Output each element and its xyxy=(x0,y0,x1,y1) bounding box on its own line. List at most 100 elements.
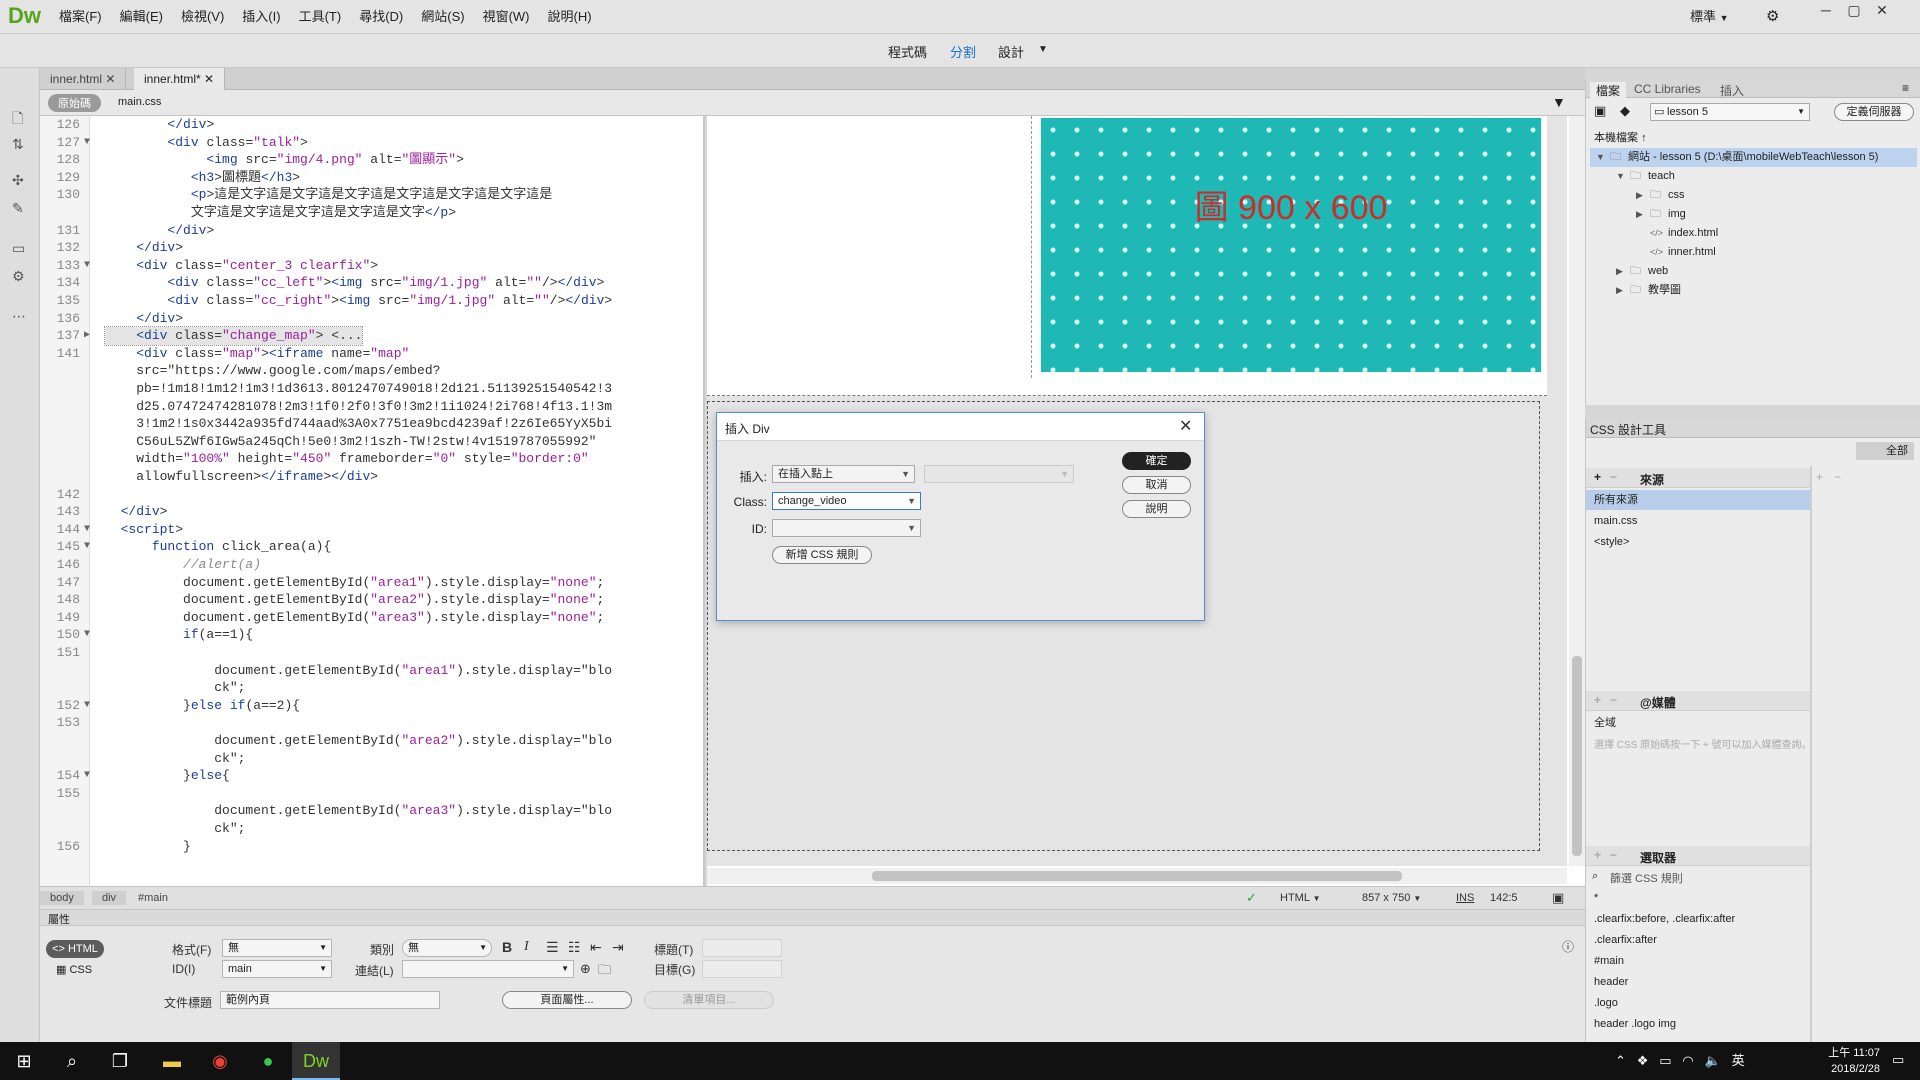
fold-arrow-icon[interactable]: ▼ xyxy=(84,521,90,539)
selector-filter-input[interactable]: 篩選 CSS 規則 xyxy=(1610,870,1683,886)
css-mode-button[interactable]: ▦ CSS xyxy=(56,963,92,976)
site-select[interactable]: ▭ lesson 5 ▼ xyxy=(1650,103,1810,121)
tab-insert[interactable]: 插入 xyxy=(1714,82,1750,99)
windows-start-icon[interactable]: ⊞ xyxy=(0,1042,48,1080)
add-source-icon[interactable]: + xyxy=(1594,470,1601,484)
volume-icon[interactable]: 🔈 xyxy=(1705,1053,1721,1068)
code-line[interactable]: ck"; xyxy=(40,820,700,838)
chevron-down-icon[interactable]: ▼ xyxy=(1038,44,1048,55)
menu-site[interactable]: 網站(S) xyxy=(412,0,473,34)
file-tree-item[interactable]: ▼ 🗀 teach xyxy=(1590,167,1917,186)
code-line[interactable]: 136 </div> xyxy=(40,310,700,328)
code-line[interactable]: d25.07472474281078!2m3!1f0!2f0!3f0!3m2!1… xyxy=(40,398,700,416)
file-explorer-icon[interactable]: ▬ xyxy=(148,1042,196,1080)
code-line[interactable]: ck"; xyxy=(40,750,700,768)
class-select[interactable]: change_video ▼ xyxy=(772,492,921,510)
menu-view[interactable]: 檢視(V) xyxy=(172,0,233,34)
code-line[interactable]: 145 ▼ function click_area(a){ xyxy=(40,538,700,556)
code-view[interactable]: 126 </div> 127 ▼ <div class="talk"> 128 <im… xyxy=(40,116,705,886)
document-title-input[interactable]: 範例內頁 xyxy=(220,991,440,1009)
class-select[interactable]: 無 ▼ xyxy=(402,939,492,957)
code-line[interactable]: 133 ▼ <div class="center_3 clearfix"> xyxy=(40,257,700,275)
breadcrumb-main[interactable]: #main xyxy=(128,891,178,905)
code-line[interactable]: 142 xyxy=(40,486,700,504)
code-line[interactable]: 144 ▼ <script> xyxy=(40,521,700,539)
expand-arrow-icon[interactable]: ▶ xyxy=(1636,186,1650,205)
new-css-rule-button[interactable]: 新增 CSS 規則 xyxy=(772,546,872,564)
code-line[interactable]: 135 <div class="cc_right"><img src="img/… xyxy=(40,292,700,310)
menu-find[interactable]: 尋找(D) xyxy=(350,0,412,34)
menu-insert[interactable]: 插入(I) xyxy=(233,0,289,34)
related-file-main-css[interactable]: main.css xyxy=(118,96,161,108)
define-server-button[interactable]: 定義伺服器 xyxy=(1834,103,1914,121)
code-line[interactable]: 154 ▼ }else{ xyxy=(40,767,700,785)
source-item[interactable]: main.css xyxy=(1586,511,1810,531)
chrome-icon[interactable]: ◉ xyxy=(196,1042,244,1080)
close-icon[interactable]: ✕ xyxy=(1868,0,1896,22)
close-icon[interactable]: ✕ xyxy=(105,72,115,86)
dropbox-icon[interactable]: ❖ xyxy=(1637,1053,1649,1068)
battery-icon[interactable]: ▭ xyxy=(1659,1053,1671,1068)
close-icon[interactable]: ✕ xyxy=(1179,416,1192,436)
code-line[interactable]: 137 ▶ <div class="change_map"> <... xyxy=(40,326,700,347)
file-tree-item[interactable]: ▼ 🗀 網站 - lesson 5 (D:\桌面\mobileWebTeach\le… xyxy=(1590,148,1917,167)
expand-arrow-icon[interactable]: ▶ xyxy=(1616,262,1630,281)
document-type-select[interactable]: HTML ▼ xyxy=(1280,892,1321,904)
code-line[interactable]: 文字這是文字這是文字這是文字這是文字</p> xyxy=(40,204,700,222)
design-horizontal-scrollbar-thumb[interactable] xyxy=(872,871,1402,881)
outdent-icon[interactable]: ⇤ xyxy=(590,939,602,956)
italic-button[interactable]: I xyxy=(524,939,529,955)
more-icon[interactable]: ⋯ xyxy=(12,308,26,325)
comment-icon[interactable]: ▭ xyxy=(12,240,25,257)
code-line[interactable]: 141 <div class="map"><iframe name="map" xyxy=(40,345,700,363)
selector-item[interactable]: * xyxy=(1586,888,1810,908)
code-line[interactable]: 155 xyxy=(40,785,700,803)
panel-menu-icon[interactable]: ≡ xyxy=(1902,81,1909,95)
dialog-titlebar[interactable]: 插入 Div ✕ xyxy=(717,413,1204,441)
task-view-icon[interactable]: ❐ xyxy=(96,1042,144,1080)
panel-divider[interactable] xyxy=(1810,466,1812,1042)
fold-arrow-icon[interactable]: ▼ xyxy=(84,626,90,644)
code-line[interactable]: ck"; xyxy=(40,679,700,697)
split-view-button[interactable]: 分割 xyxy=(950,42,976,61)
format-select[interactable]: 無 ▼ xyxy=(222,939,332,957)
tab-inner-html-modified[interactable]: inner.html* ✕ xyxy=(134,68,226,90)
settings-icon[interactable]: ⚙ xyxy=(12,268,25,285)
code-view-button[interactable]: 程式碼 xyxy=(888,42,927,61)
code-line[interactable]: 146 //alert(a) xyxy=(40,556,700,574)
design-view-button[interactable]: 設計 xyxy=(998,42,1024,61)
code-line[interactable]: document.getElementById("area1").style.d… xyxy=(40,662,700,680)
code-line[interactable]: 156 } xyxy=(40,838,700,856)
indent-icon[interactable]: ⇥ xyxy=(612,939,624,956)
link-input[interactable]: ▼ xyxy=(402,960,574,978)
fold-arrow-icon[interactable]: ▼ xyxy=(84,538,90,556)
selector-item[interactable]: .clearfix:before, .clearfix:after xyxy=(1586,909,1810,929)
source-item[interactable]: <style> xyxy=(1586,532,1810,552)
file-tree-item[interactable]: ▶ 🗀 web xyxy=(1590,262,1917,281)
input-language[interactable]: 英 xyxy=(1732,1053,1745,1068)
code-line[interactable]: pb=!1m18!1m12!1m3!1d3613.8012470749018!2… xyxy=(40,380,700,398)
unordered-list-icon[interactable]: ☰ xyxy=(546,939,559,956)
expand-arrow-icon[interactable]: ▶ xyxy=(1636,205,1650,224)
placeholder-image[interactable]: 圖 900 x 600 xyxy=(1041,118,1541,372)
gear-icon[interactable]: ⚙ xyxy=(1766,0,1779,34)
target-crosshair-icon[interactable]: ⊕ xyxy=(580,961,591,977)
insert-position-select[interactable]: 在插入點上 ▼ xyxy=(772,465,915,483)
code-line[interactable]: 134 <div class="cc_left"><img src="img/1… xyxy=(40,274,700,292)
id-select[interactable]: main ▼ xyxy=(222,960,332,978)
code-line[interactable]: document.getElementById("area3").style.d… xyxy=(40,802,700,820)
code-line[interactable]: 150 ▼ if(a==1){ xyxy=(40,626,700,644)
selector-item[interactable]: header xyxy=(1586,972,1810,992)
preview-icon[interactable]: ▣ xyxy=(1552,890,1564,906)
clock[interactable]: 上午 11:07 2018/2/28 xyxy=(1790,1045,1880,1077)
breadcrumb-body[interactable]: body xyxy=(40,891,84,905)
tab-files[interactable]: 檔案 xyxy=(1590,82,1627,99)
expand-arrow-icon[interactable]: ▼ xyxy=(1616,167,1630,186)
fold-arrow-icon[interactable]: ▶ xyxy=(84,327,90,345)
code-line[interactable]: 131 </div> xyxy=(40,222,700,240)
center-3-block[interactable]: 圖 900 x 600 xyxy=(707,116,1547,396)
source-code-button[interactable]: 原始碼 xyxy=(48,94,101,112)
file-tree-item[interactable]: ▶ 🗀 css xyxy=(1590,186,1917,205)
chevron-up-icon[interactable]: ⌃ xyxy=(1615,1053,1626,1068)
close-icon[interactable]: ✕ xyxy=(204,72,214,86)
